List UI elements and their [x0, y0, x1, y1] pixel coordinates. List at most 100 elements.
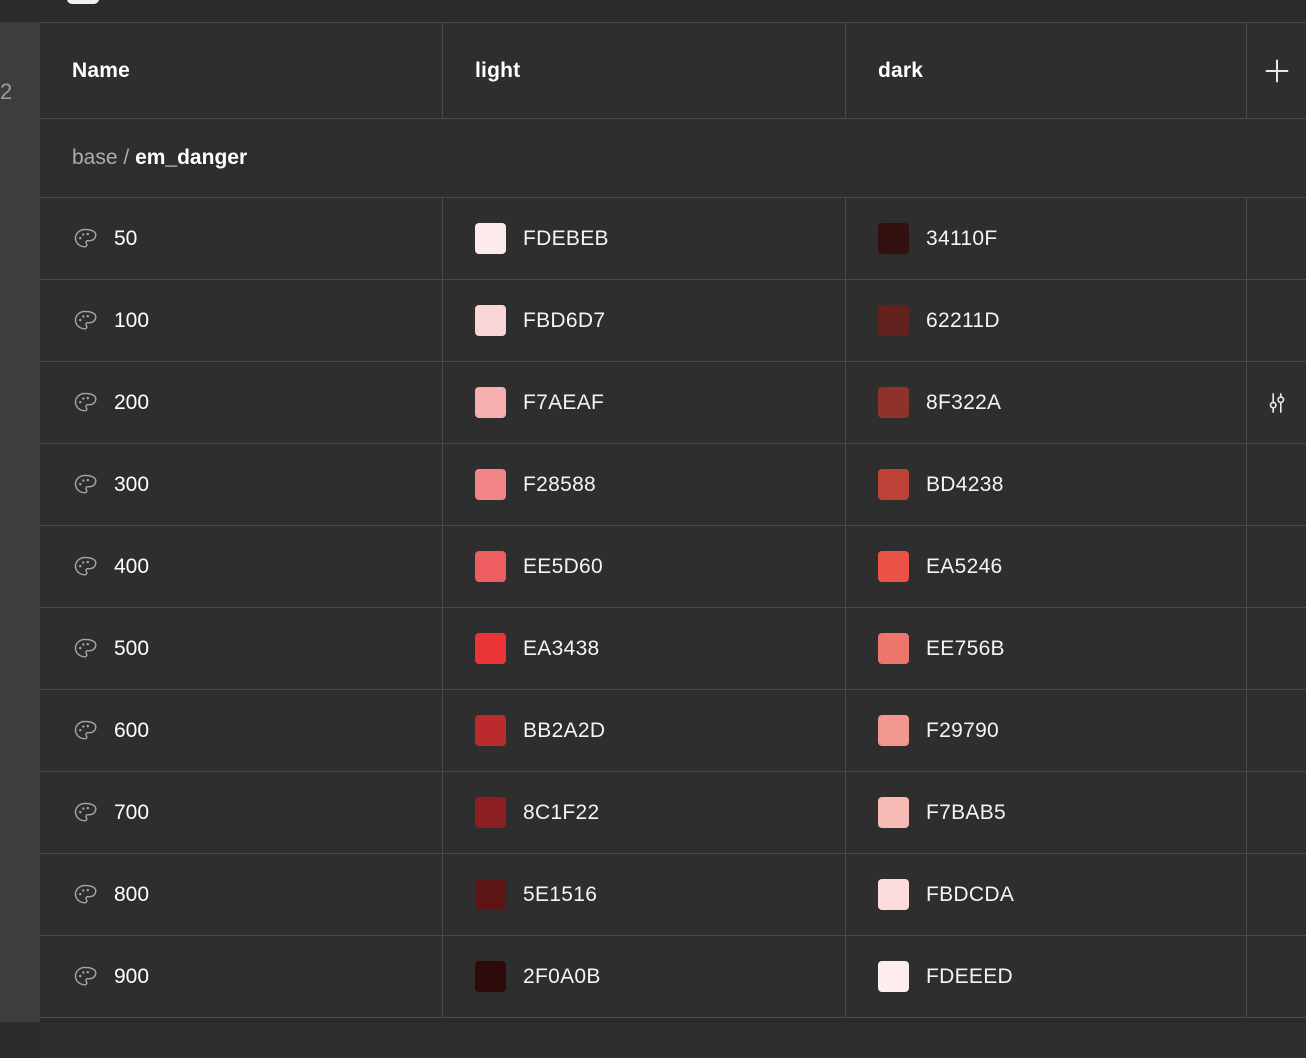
cell-light[interactable]: 8C1F22 — [443, 772, 846, 853]
token-name: 600 — [114, 718, 150, 742]
color-swatch-light[interactable] — [475, 879, 506, 910]
cell-name[interactable]: 900 — [40, 936, 443, 1017]
cell-row-actions[interactable] — [1247, 362, 1306, 443]
cell-name[interactable]: 600 — [40, 690, 443, 771]
table-row[interactable]: 50 FDEBEB 34110F — [40, 198, 1306, 280]
color-swatch-light[interactable] — [475, 551, 506, 582]
color-swatch-dark[interactable] — [878, 305, 909, 336]
cell-light[interactable]: EA3438 — [443, 608, 846, 689]
color-swatch-dark[interactable] — [878, 387, 909, 418]
hex-value-dark: EA5246 — [926, 554, 1003, 578]
cell-row-actions[interactable] — [1247, 772, 1306, 853]
cell-name[interactable]: 200 — [40, 362, 443, 443]
cell-row-actions[interactable] — [1247, 854, 1306, 935]
table-row[interactable]: 300 F28588 BD4238 — [40, 444, 1306, 526]
color-swatch-light[interactable] — [475, 223, 506, 254]
cell-light[interactable]: FBD6D7 — [443, 280, 846, 361]
group-header-row[interactable]: base / em_danger — [40, 119, 1306, 198]
color-swatch-dark[interactable] — [878, 633, 909, 664]
table-row[interactable]: 600 BB2A2D F29790 — [40, 690, 1306, 772]
cell-light[interactable]: BB2A2D — [443, 690, 846, 771]
hex-value-dark: 62211D — [926, 308, 1000, 332]
cell-row-actions[interactable] — [1247, 690, 1306, 771]
token-name: 800 — [114, 882, 150, 906]
cell-name[interactable]: 100 — [40, 280, 443, 361]
cell-dark[interactable]: BD4238 — [846, 444, 1247, 525]
color-swatch-dark[interactable] — [878, 551, 909, 582]
cell-name[interactable]: 800 — [40, 854, 443, 935]
cell-dark[interactable]: F29790 — [846, 690, 1247, 771]
hex-value-light: F28588 — [523, 472, 597, 496]
add-column-button[interactable] — [1247, 23, 1306, 118]
color-swatch-light[interactable] — [475, 387, 506, 418]
color-swatch-dark[interactable] — [878, 879, 909, 910]
table-row[interactable]: 800 5E1516 FBDCDA — [40, 854, 1306, 936]
color-swatch-light[interactable] — [475, 305, 506, 336]
color-swatch-dark[interactable] — [878, 797, 909, 828]
cell-row-actions[interactable] — [1247, 526, 1306, 607]
cell-row-actions[interactable] — [1247, 198, 1306, 279]
table-row[interactable]: 500 EA3438 EE756B — [40, 608, 1306, 690]
cell-light[interactable]: FDEBEB — [443, 198, 846, 279]
cell-row-actions[interactable] — [1247, 280, 1306, 361]
color-swatch-dark[interactable] — [878, 961, 909, 992]
cell-dark[interactable]: EE756B — [846, 608, 1247, 689]
hex-value-light: FBD6D7 — [523, 308, 606, 332]
hex-value-dark: EE756B — [926, 636, 1005, 660]
cell-dark[interactable]: 8F322A — [846, 362, 1247, 443]
hex-value-light: EE5D60 — [523, 554, 604, 578]
cell-light[interactable]: 2F0A0B — [443, 936, 846, 1017]
cell-dark[interactable]: 62211D — [846, 280, 1247, 361]
palette-icon — [74, 392, 97, 412]
hex-value-light: EA3438 — [523, 636, 600, 660]
token-name: 900 — [114, 964, 150, 988]
table-empty-footer-row — [40, 1023, 1306, 1058]
group-breadcrumb: base / em_danger — [72, 146, 247, 170]
group-header-cell: base / em_danger — [40, 119, 1306, 197]
color-swatch-dark[interactable] — [878, 223, 909, 254]
cell-light[interactable]: EE5D60 — [443, 526, 846, 607]
cell-name[interactable]: 400 — [40, 526, 443, 607]
color-swatch-light[interactable] — [475, 469, 506, 500]
color-swatch-light[interactable] — [475, 715, 506, 746]
table-row[interactable]: 700 8C1F22 F7BAB5 — [40, 772, 1306, 854]
cell-row-actions[interactable] — [1247, 936, 1306, 1017]
column-header-name[interactable]: Name — [40, 23, 443, 118]
palette-icon — [74, 474, 97, 494]
cell-name[interactable]: 300 — [40, 444, 443, 525]
cell-name[interactable]: 700 — [40, 772, 443, 853]
sliders-icon — [1269, 392, 1284, 413]
table-body: 50 FDEBEB 34110F 100 FBD6D7 62211D 200 F… — [40, 198, 1306, 1018]
table-row[interactable]: 200 F7AEAF 8F322A — [40, 362, 1306, 444]
cell-dark[interactable]: FBDCDA — [846, 854, 1247, 935]
color-swatch-light[interactable] — [475, 797, 506, 828]
cell-dark[interactable]: FDEEED — [846, 936, 1247, 1017]
cell-row-actions[interactable] — [1247, 608, 1306, 689]
cell-dark[interactable]: F7BAB5 — [846, 772, 1247, 853]
hex-value-dark: FBDCDA — [926, 882, 1015, 906]
cell-name[interactable]: 500 — [40, 608, 443, 689]
cell-light[interactable]: F28588 — [443, 444, 846, 525]
table-row[interactable]: 100 FBD6D7 62211D — [40, 280, 1306, 362]
color-swatch-light[interactable] — [475, 961, 506, 992]
token-name: 50 — [114, 226, 138, 250]
group-prefix: base — [72, 146, 118, 169]
table-header-row: Name light dark — [40, 23, 1306, 119]
color-swatch-light[interactable] — [475, 633, 506, 664]
color-swatch-dark[interactable] — [878, 715, 909, 746]
cell-light[interactable]: 5E1516 — [443, 854, 846, 935]
column-header-light[interactable]: light — [443, 23, 846, 118]
color-swatch-dark[interactable] — [878, 469, 909, 500]
row-gutter: 2 — [0, 22, 40, 1022]
cell-dark[interactable]: 34110F — [846, 198, 1247, 279]
table-row[interactable]: 400 EE5D60 EA5246 — [40, 526, 1306, 608]
palette-icon — [74, 802, 97, 822]
cell-light[interactable]: F7AEAF — [443, 362, 846, 443]
cell-dark[interactable]: EA5246 — [846, 526, 1247, 607]
palette-icon — [74, 556, 97, 576]
table-row[interactable]: 900 2F0A0B FDEEED — [40, 936, 1306, 1018]
column-header-dark[interactable]: dark — [846, 23, 1247, 118]
cell-row-actions[interactable] — [1247, 444, 1306, 525]
cell-name[interactable]: 50 — [40, 198, 443, 279]
floating-pill-handle[interactable] — [67, 0, 99, 4]
